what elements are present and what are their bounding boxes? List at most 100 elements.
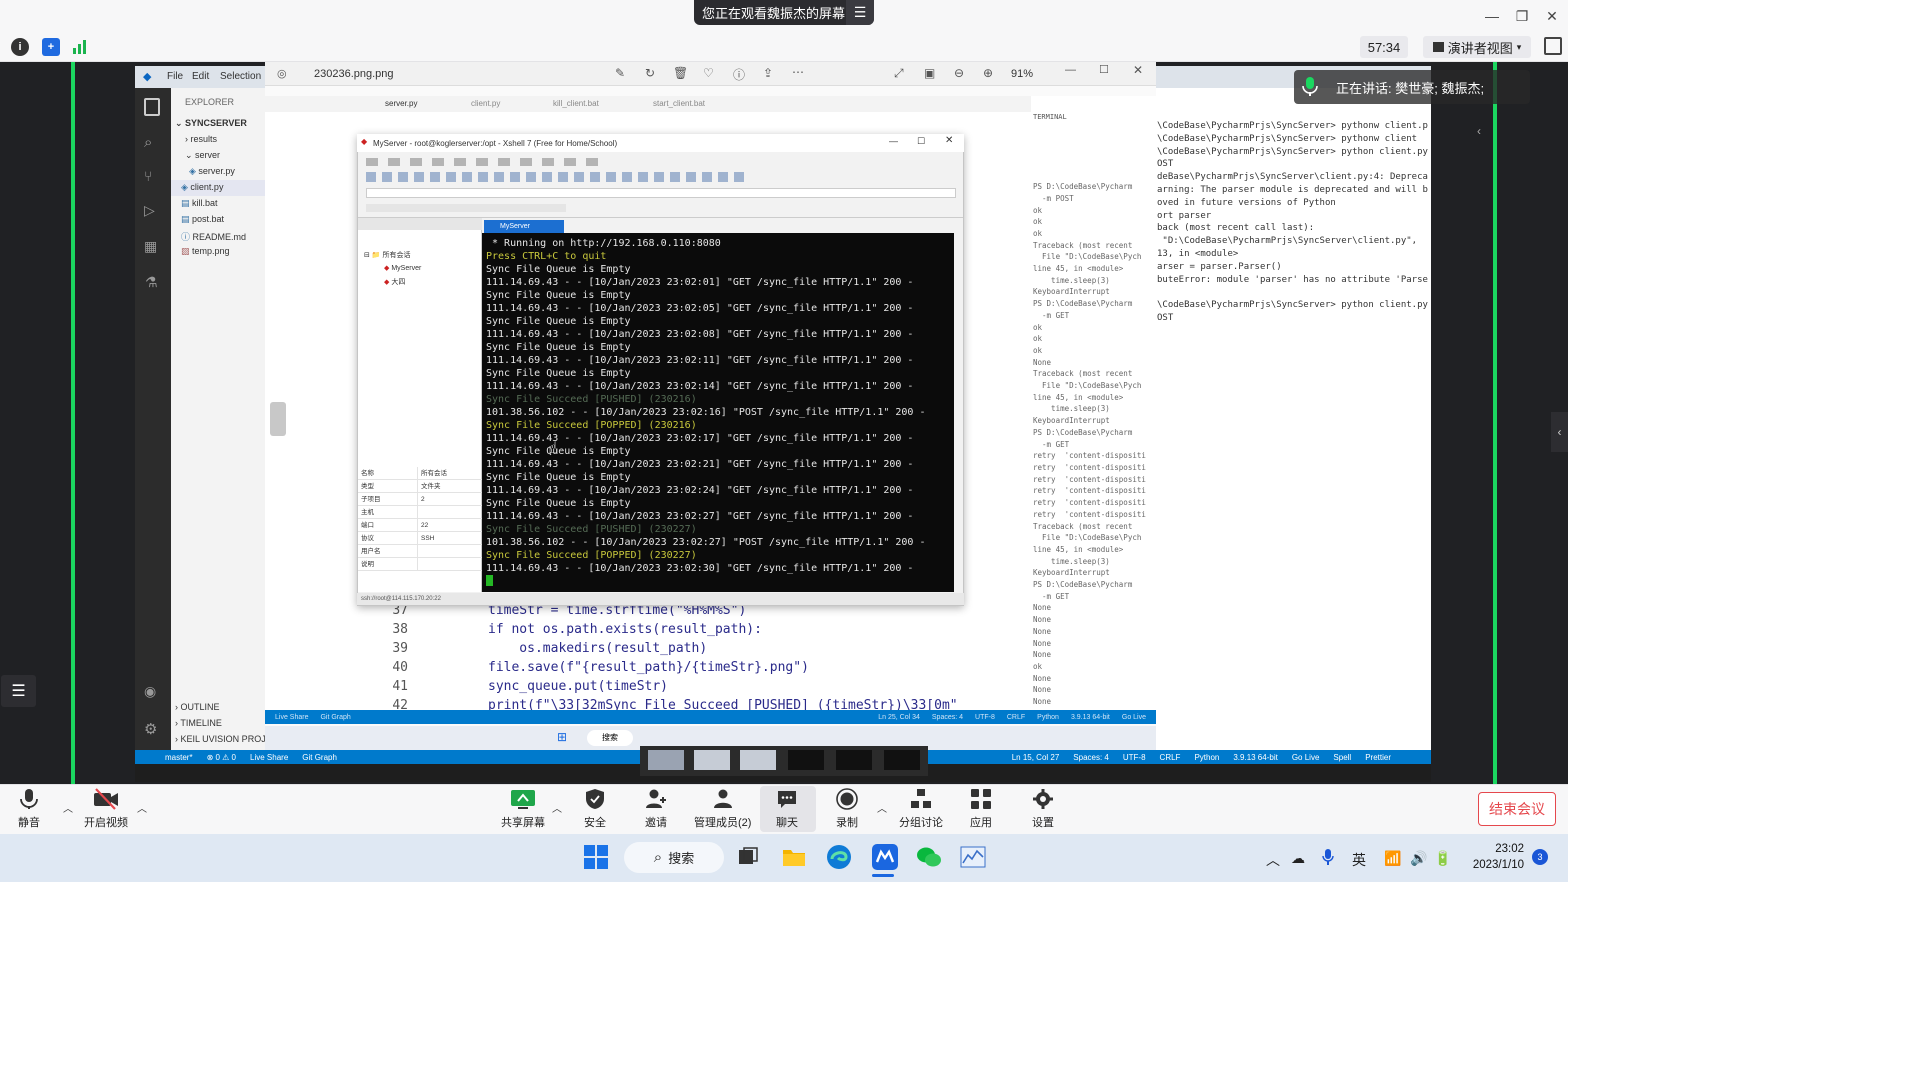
task-view-icon[interactable] bbox=[738, 847, 758, 867]
share-icon[interactable]: ⇪ bbox=[763, 66, 773, 80]
extensions-icon[interactable]: ▦ bbox=[144, 238, 157, 255]
expand-icon[interactable]: ⤢ bbox=[894, 66, 904, 81]
taskbar-clock[interactable]: 23:02 2023/1/10 bbox=[1462, 841, 1524, 873]
chevron-up-icon[interactable]: ︿ bbox=[552, 800, 562, 815]
vscode-terminal-panel[interactable]: \CodeBase\PycharmPrjs\SyncServer> python… bbox=[1155, 88, 1431, 750]
zoom-out-icon[interactable]: ⊖ bbox=[954, 66, 964, 80]
minimize-icon[interactable]: — bbox=[1480, 6, 1504, 26]
live-share-status[interactable]: Live Share bbox=[250, 753, 288, 762]
end-meeting-button[interactable]: 结束会议 bbox=[1478, 792, 1556, 826]
zoom-in-icon[interactable]: ⊕ bbox=[983, 66, 993, 80]
go-live-status[interactable]: Go Live bbox=[1292, 753, 1320, 762]
sharing-banner[interactable]: 您正在观看魏振杰的屏幕 ☰ bbox=[694, 0, 874, 25]
branch-status[interactable]: master* bbox=[165, 753, 193, 762]
problems-status[interactable]: ⊗ 0 ⚠ 0 bbox=[207, 753, 236, 762]
outline-section[interactable]: › OUTLINE bbox=[175, 702, 220, 712]
chevron-up-icon[interactable]: ︿ bbox=[877, 800, 887, 815]
account-icon[interactable]: ◉ bbox=[144, 683, 156, 700]
video-button[interactable]: 开启视频 bbox=[84, 788, 128, 830]
menu-edit[interactable]: Edit bbox=[192, 71, 209, 82]
menu-selection[interactable]: Selection bbox=[220, 71, 261, 82]
windows-start-icon[interactable] bbox=[584, 845, 608, 869]
signal-icon[interactable] bbox=[72, 39, 90, 55]
interpreter-status[interactable]: 3.9.13 64-bit bbox=[1233, 753, 1277, 762]
chart-app-icon[interactable] bbox=[960, 845, 986, 869]
source-control-icon[interactable]: ⑂ bbox=[144, 168, 152, 184]
battery-icon[interactable]: 🔋 bbox=[1434, 850, 1451, 867]
minimize-icon[interactable]: — bbox=[1065, 64, 1076, 76]
ime-indicator[interactable]: 英 bbox=[1352, 850, 1366, 870]
fit-icon[interactable]: ▣ bbox=[924, 66, 935, 80]
notification-badge[interactable]: 3 bbox=[1532, 849, 1548, 865]
spell-status[interactable]: Spell bbox=[1333, 753, 1351, 762]
mute-button[interactable]: 静音 bbox=[18, 788, 40, 830]
maximize-icon[interactable]: ☐ bbox=[1099, 63, 1109, 76]
project-folder[interactable]: ⌄ SYNCSERVER bbox=[175, 118, 247, 129]
close-icon[interactable]: ✕ bbox=[1133, 63, 1143, 77]
favorite-icon[interactable]: ♡ bbox=[703, 66, 714, 80]
fullscreen-icon[interactable] bbox=[1544, 37, 1562, 55]
files-icon[interactable] bbox=[144, 98, 160, 116]
file-item[interactable]: ▨ temp.png bbox=[181, 246, 230, 257]
prev-image-handle[interactable] bbox=[270, 402, 286, 436]
participants-button[interactable]: 管理成员(2) bbox=[694, 788, 751, 830]
wechat-icon[interactable] bbox=[916, 845, 942, 869]
wifi-icon[interactable]: 📶 bbox=[1384, 850, 1401, 867]
timeline-section[interactable]: › TIMELINE bbox=[175, 718, 222, 728]
edge-browser-icon[interactable] bbox=[826, 844, 852, 870]
breakout-button[interactable]: 分组讨论 bbox=[899, 788, 943, 830]
file-item[interactable]: ◈ client.py bbox=[181, 182, 223, 193]
info-icon[interactable]: ⓘ bbox=[733, 66, 745, 83]
more-icon[interactable]: ⋯ bbox=[792, 65, 804, 79]
chevron-left-icon[interactable]: ‹ bbox=[1477, 124, 1481, 138]
keil-section[interactable]: › KEIL UVISION PROJE bbox=[175, 734, 272, 744]
edit-icon[interactable]: ✎ bbox=[615, 66, 625, 80]
cursor-position-status[interactable]: Ln 15, Col 27 bbox=[1012, 753, 1060, 762]
file-explorer-icon[interactable] bbox=[782, 846, 806, 868]
chevron-left-icon[interactable]: ‹ bbox=[1551, 412, 1568, 452]
share-screen-button[interactable]: 共享屏幕 bbox=[501, 788, 545, 830]
run-debug-icon[interactable]: ▷ bbox=[144, 202, 155, 219]
microphone-icon[interactable] bbox=[1322, 848, 1334, 866]
list-icon[interactable]: ☰ bbox=[1, 675, 36, 707]
chevron-up-icon[interactable]: ︿ bbox=[1266, 850, 1280, 870]
info-icon[interactable]: i bbox=[11, 38, 29, 56]
settings-button[interactable]: 设置 bbox=[1032, 788, 1054, 830]
security-button[interactable]: 安全 bbox=[584, 788, 606, 830]
invite-button[interactable]: 邀请 bbox=[645, 788, 667, 830]
chat-button[interactable]: 聊天 bbox=[776, 788, 798, 830]
menu-file[interactable]: File bbox=[167, 71, 183, 82]
eol-status[interactable]: CRLF bbox=[1160, 753, 1181, 762]
file-item[interactable]: ⓘ README.md bbox=[181, 230, 246, 243]
menu-icon[interactable]: ☰ bbox=[846, 0, 874, 25]
shield-icon[interactable]: + bbox=[42, 38, 60, 56]
file-item[interactable]: ▤ post.bat bbox=[181, 214, 224, 225]
volume-icon[interactable]: 🔊 bbox=[1410, 850, 1427, 867]
record-button[interactable]: 录制 bbox=[836, 788, 858, 830]
file-item[interactable]: ▤ kill.bat bbox=[181, 198, 218, 209]
testing-icon[interactable]: ⚗ bbox=[145, 274, 158, 291]
search-icon[interactable]: ⌕ bbox=[144, 134, 152, 151]
cloud-icon[interactable]: ☁ bbox=[1291, 850, 1305, 867]
file-item[interactable]: › results bbox=[185, 134, 217, 144]
chevron-up-icon[interactable]: ︿ bbox=[137, 800, 147, 815]
file-item[interactable]: ⌄ server bbox=[185, 150, 220, 161]
delete-icon[interactable]: 🗑 bbox=[673, 66, 688, 80]
language-status[interactable]: Python bbox=[1194, 753, 1219, 762]
rotate-icon[interactable]: ↻ bbox=[645, 66, 655, 80]
taskbar-search[interactable]: ⌕ 搜索 bbox=[624, 842, 724, 873]
meeting-app-icon[interactable] bbox=[872, 844, 898, 870]
encoding-status[interactable]: UTF-8 bbox=[1123, 753, 1146, 762]
git-graph-status[interactable]: Git Graph bbox=[302, 753, 337, 762]
chevron-up-icon[interactable]: ︿ bbox=[63, 800, 73, 815]
presenter-view-button[interactable]: 演讲者视图 ▾ bbox=[1423, 36, 1531, 58]
property-row: 子项目 2 bbox=[358, 493, 482, 506]
settings-gear-icon[interactable]: ⚙ bbox=[144, 720, 157, 738]
restore-icon[interactable]: ❐ bbox=[1510, 6, 1534, 26]
chevron-down-icon: ▾ bbox=[1516, 41, 1522, 52]
prettier-status[interactable]: Prettier bbox=[1365, 753, 1391, 762]
apps-button[interactable]: 应用 bbox=[970, 788, 992, 830]
close-icon[interactable]: ✕ bbox=[1540, 6, 1564, 26]
indent-status[interactable]: Spaces: 4 bbox=[1073, 753, 1109, 762]
file-item[interactable]: ◈ server.py bbox=[189, 166, 235, 177]
